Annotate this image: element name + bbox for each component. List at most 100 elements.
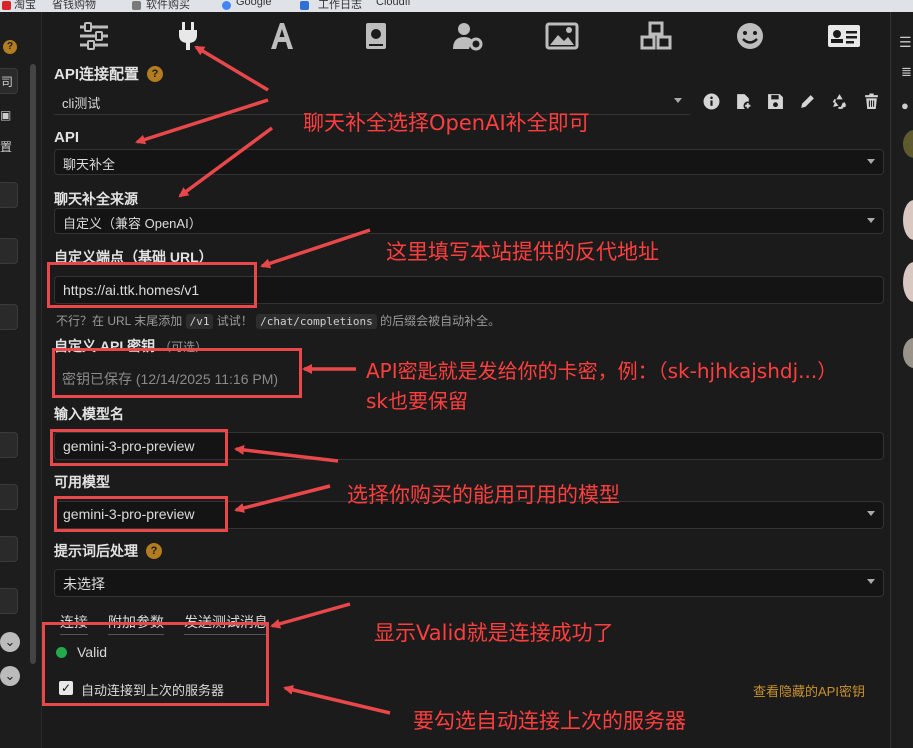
bookmark-6[interactable]: Cloudfl <box>376 0 410 8</box>
prompt-post-label: 提示词后处理 <box>54 543 138 559</box>
tab-user-settings[interactable] <box>448 18 488 54</box>
tab-formatting[interactable] <box>262 18 302 54</box>
left-scrollbar[interactable] <box>30 64 36 664</box>
annotation-valid: 显示Valid就是连接成功了 <box>374 621 614 645</box>
bookmark-2[interactable]: 省钱购物 <box>52 0 96 12</box>
tab-character-management[interactable] <box>824 18 864 54</box>
chevron-down-icon-2[interactable]: ⌄ <box>0 666 20 686</box>
annotation-model: 选择你购买的能用可用的模型 <box>347 483 620 507</box>
recycle-icon <box>832 93 846 109</box>
chevron-down-icon <box>867 159 875 164</box>
tab-persona[interactable] <box>730 18 770 54</box>
chevron-down-icon <box>867 579 875 584</box>
annotation-auto-connect: 要勾选自动连接上次的服务器 <box>413 709 686 733</box>
api-config-heading: API连接配置? <box>54 63 164 84</box>
view-hidden-keys-link[interactable]: 查看隐藏的API密钥 <box>753 681 865 700</box>
left-control-3[interactable] <box>0 238 18 264</box>
avatar-3[interactable] <box>903 262 913 302</box>
taobao-icon <box>2 1 11 10</box>
left-edge-text-1: 司 <box>1 75 14 89</box>
annotation-chat-completion: 聊天补全选择OpenAI补全即可 <box>303 111 590 135</box>
bookmark-1[interactable]: 淘宝 <box>14 0 36 12</box>
avatar-1[interactable] <box>903 130 913 158</box>
prompt-post-select[interactable]: 未选择 <box>54 569 884 597</box>
annotation-api-key-line2: sk也要保留 <box>366 389 469 413</box>
bookmark-4[interactable]: Google <box>236 0 271 8</box>
auto-connect-label[interactable]: 自动连接到上次的服务器 <box>81 680 224 699</box>
model-name-input[interactable]: gemini-3-pro-preview <box>54 432 884 460</box>
left-control-4[interactable] <box>0 304 18 330</box>
endpoint-hint: 不行？在 URL 末尾添加 /v1 试试！ /chat/completions … <box>56 312 500 329</box>
available-models-label: 可用模型 <box>54 474 110 490</box>
folder-icon <box>132 1 141 10</box>
browser-bookmarks-bar: 淘宝 省钱购物 软件购买 Google 工作日志 Cloudfl <box>0 0 913 12</box>
api-key-label-text: 自定义 API 密钥 <box>54 338 156 354</box>
bookmark-3[interactable]: 软件购买 <box>146 0 190 12</box>
avatar-4[interactable] <box>903 338 913 368</box>
prompt-post-heading: 提示词后处理? <box>54 541 162 561</box>
additional-params-button[interactable]: 附加参数 <box>108 612 164 635</box>
connection-profile-value: cli测试 <box>62 96 101 111</box>
left-control-8[interactable] <box>0 588 18 614</box>
profile-delete-button[interactable] <box>860 90 882 112</box>
id-card-icon <box>828 25 860 47</box>
tab-api-connections[interactable] <box>168 18 208 54</box>
left-control-5[interactable] <box>0 432 18 458</box>
test-message-button[interactable]: 发送测试消息 <box>184 612 268 635</box>
endpoint-hint-mid: 试试！ <box>216 314 253 328</box>
left-control-2[interactable] <box>0 182 18 208</box>
tab-world-info[interactable] <box>356 18 396 54</box>
profile-save-button[interactable] <box>764 90 786 112</box>
profile-reload-button[interactable] <box>828 90 850 112</box>
profile-info-button[interactable] <box>700 90 722 112</box>
bookmark-5[interactable]: 工作日志 <box>318 0 362 12</box>
auto-connect-checkbox[interactable]: ✓ <box>59 681 73 695</box>
list-icon[interactable]: ≣ <box>901 64 912 80</box>
menu-icon[interactable]: ☰ <box>899 34 912 51</box>
left-control-1[interactable]: 司 <box>0 68 18 94</box>
left-control-7[interactable] <box>0 536 18 562</box>
image-icon <box>545 22 579 50</box>
user-icon[interactable]: ● <box>901 98 909 113</box>
chevron-down-icon[interactable]: ⌄ <box>0 632 20 652</box>
help-icon[interactable]: ? <box>147 66 164 82</box>
add-file-icon <box>736 93 752 110</box>
tab-extensions[interactable] <box>636 18 676 54</box>
api-type-value: 聊天补全 <box>63 157 116 172</box>
help-icon[interactable]: ? <box>146 543 162 559</box>
endpoint-input[interactable]: https://ai.ttk.homes/v1 <box>54 276 884 304</box>
book-icon <box>366 23 386 49</box>
google-icon <box>222 1 231 10</box>
endpoint-hint-code-v1: /v1 <box>185 314 214 329</box>
chevron-down-icon <box>867 511 875 516</box>
endpoint-hint-code-chat: /chat/completions <box>256 314 377 329</box>
model-name-label: 输入模型名 <box>54 406 124 422</box>
chat-source-select[interactable]: 自定义（兼容 OpenAI） <box>54 208 884 234</box>
chevron-down-icon <box>867 218 875 223</box>
connect-button[interactable]: 连接 <box>60 612 88 635</box>
api-label: API <box>54 129 80 146</box>
plug-icon <box>179 22 197 50</box>
pencil-icon <box>800 94 814 108</box>
save-icon <box>767 93 783 109</box>
avatar-2[interactable] <box>903 200 913 240</box>
profile-rename-button[interactable] <box>796 90 818 112</box>
annotation-endpoint: 这里填写本站提供的反代地址 <box>386 240 659 264</box>
api-type-select[interactable]: 聊天补全 <box>54 149 884 175</box>
profile-create-button[interactable] <box>732 90 754 112</box>
available-models-value: gemini-3-pro-preview <box>63 506 195 522</box>
tab-sliders[interactable] <box>74 18 114 54</box>
left-control-6[interactable] <box>0 484 18 510</box>
endpoint-label: 自定义端点（基础 URL） <box>54 249 213 265</box>
tab-backgrounds[interactable] <box>542 18 582 54</box>
api-key-optional: （可选） <box>159 340 208 354</box>
endpoint-hint-suffix: 的后缀会被自动补全。 <box>380 314 501 328</box>
cubes-icon <box>640 21 672 50</box>
api-key-label: 自定义 API 密钥 （可选） <box>54 336 207 356</box>
file-icon[interactable]: ▣ <box>0 108 11 122</box>
help-icon[interactable]: ? <box>3 40 17 54</box>
prompt-post-value: 未选择 <box>63 576 105 592</box>
info-icon <box>703 93 719 109</box>
api-config-title: API连接配置 <box>54 66 140 83</box>
smile-icon <box>737 23 763 49</box>
